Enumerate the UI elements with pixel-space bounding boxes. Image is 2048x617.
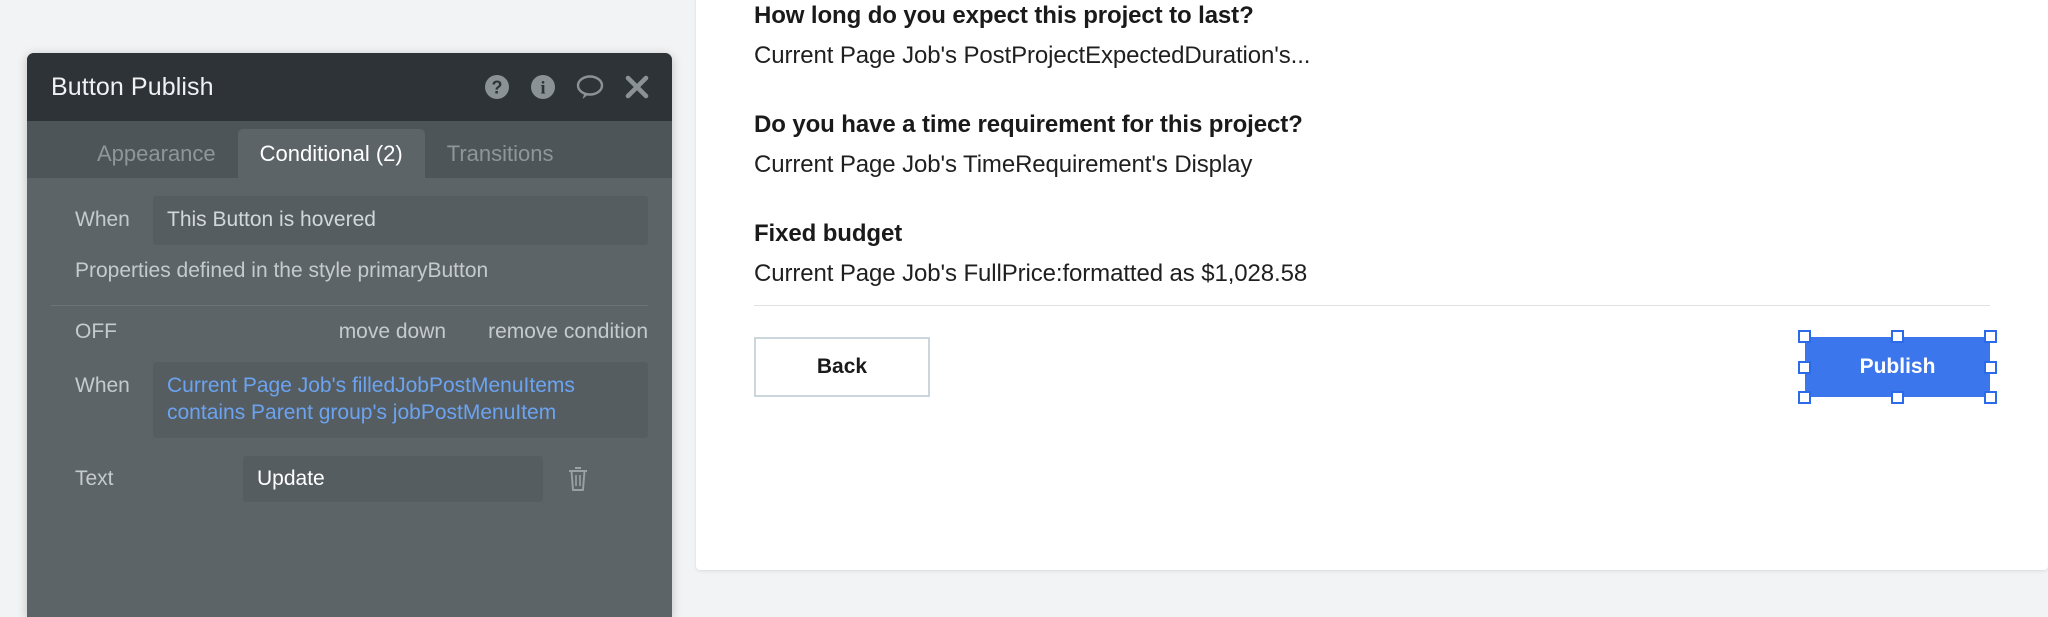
tab-appearance[interactable]: Appearance — [75, 129, 238, 178]
resize-handle-s[interactable] — [1891, 391, 1904, 404]
style-note: Properties defined in the style primaryB… — [27, 245, 672, 305]
condition-2-when-row: When Current Page Job's filledJobPostMen… — [27, 354, 672, 438]
answer-value: Current Page Job's FullPrice:formatted a… — [754, 258, 1990, 290]
panel-tab-strip: Appearance Conditional (2) Transitions — [27, 121, 672, 178]
move-down-link[interactable]: move down — [339, 320, 446, 344]
condition-2-toolbar: OFF move down remove condition — [27, 306, 672, 354]
property-editor-panel: Button Publish ? i — [27, 53, 672, 617]
condition-1-when-row: When This Button is hovered — [27, 178, 672, 245]
tab-transitions[interactable]: Transitions — [425, 129, 576, 178]
form-preview-card: How long do you expect this project to l… — [696, 0, 2048, 570]
form-action-row: Back Publish — [754, 337, 1990, 403]
tab-conditional[interactable]: Conditional (2) — [238, 129, 425, 178]
resize-handle-ne[interactable] — [1984, 330, 1997, 343]
back-button[interactable]: Back — [754, 337, 930, 397]
panel-body: When This Button is hovered Properties d… — [27, 178, 672, 502]
remove-condition-link[interactable]: remove condition — [488, 320, 648, 344]
trash-icon[interactable] — [565, 464, 591, 494]
answer-value: Current Page Job's TimeRequirement's Dis… — [754, 149, 1990, 181]
section-divider — [754, 305, 1990, 306]
publish-button-selection: Publish — [1805, 337, 1990, 397]
qa-block: How long do you expect this project to l… — [754, 0, 1990, 73]
question-label: Do you have a time requirement for this … — [754, 109, 1990, 141]
question-label: How long do you expect this project to l… — [754, 0, 1990, 32]
resize-handle-se[interactable] — [1984, 391, 1997, 404]
comment-icon[interactable] — [576, 74, 604, 100]
condition-expression-line-1: Current Page Job's filledJobPostMenuItem… — [167, 374, 575, 397]
condition-1-when-value[interactable]: This Button is hovered — [153, 196, 648, 245]
condition-2-text-row: Text Update — [27, 438, 672, 502]
resize-handle-nw[interactable] — [1798, 330, 1811, 343]
text-label: Text — [75, 467, 243, 491]
condition-expression-line-2: contains Parent group's jobPostMenuItem — [167, 401, 556, 424]
when-label: When — [75, 208, 153, 232]
publish-button[interactable]: Publish — [1805, 337, 1990, 397]
qa-block: Fixed budget Current Page Job's FullPric… — [754, 218, 1990, 291]
text-input[interactable]: Update — [243, 456, 543, 502]
resize-handle-w[interactable] — [1798, 361, 1811, 374]
question-label: Fixed budget — [754, 218, 1990, 250]
resize-handle-sw[interactable] — [1798, 391, 1811, 404]
info-icon[interactable]: i — [530, 74, 556, 100]
panel-titlebar[interactable]: Button Publish ? i — [27, 53, 672, 121]
form-preview-content: How long do you expect this project to l… — [754, 0, 1990, 326]
titlebar-icon-group: ? i — [484, 74, 650, 100]
svg-text:i: i — [540, 78, 545, 98]
close-icon[interactable] — [624, 74, 650, 100]
answer-value: Current Page Job's PostProjectExpectedDu… — [754, 40, 1990, 72]
when-label: When — [75, 362, 153, 398]
condition-toggle-state[interactable]: OFF — [75, 320, 297, 344]
resize-handle-e[interactable] — [1984, 361, 1997, 374]
svg-text:?: ? — [492, 78, 503, 98]
text-input-value: Update — [257, 467, 325, 490]
resize-handle-n[interactable] — [1891, 330, 1904, 343]
qa-block: Do you have a time requirement for this … — [754, 109, 1990, 182]
help-icon[interactable]: ? — [484, 74, 510, 100]
panel-title: Button Publish — [51, 73, 484, 102]
condition-2-when-value[interactable]: Current Page Job's filledJobPostMenuItem… — [153, 362, 648, 438]
